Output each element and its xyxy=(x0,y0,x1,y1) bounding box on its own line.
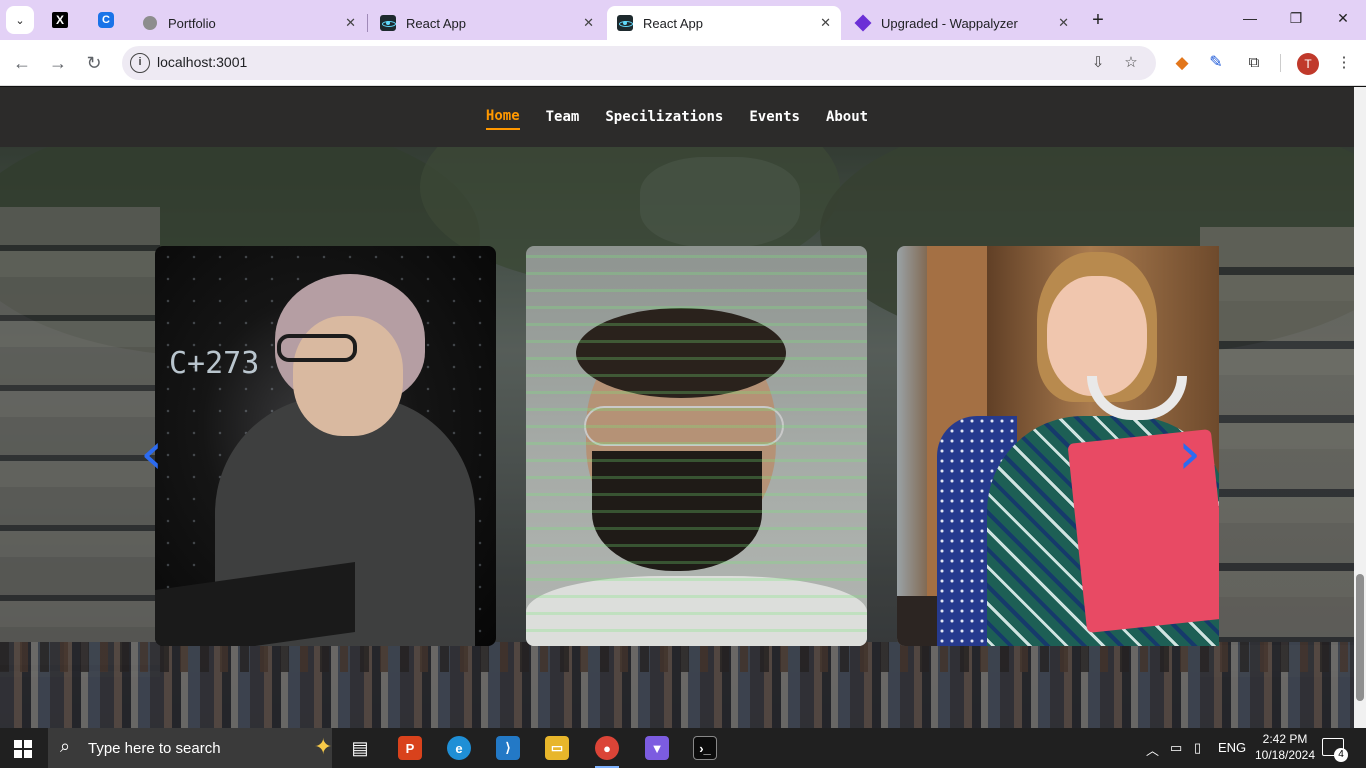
search-placeholder: Type here to search xyxy=(88,740,221,757)
pinned-tab-x[interactable]: X xyxy=(48,8,72,32)
language-indicator[interactable]: ENG xyxy=(1218,740,1246,755)
install-app-icon[interactable]: ⇩ xyxy=(1088,53,1108,73)
hacker-girl-glasses-photo[interactable]: C+273 xyxy=(155,246,496,646)
toolbar-divider xyxy=(1280,54,1281,72)
bookmark-star-icon[interactable]: ☆ xyxy=(1121,53,1141,73)
carousel-next-arrow-icon[interactable]: › xyxy=(1178,424,1201,482)
forward-icon[interactable]: → xyxy=(47,52,69,74)
terminal-icon[interactable]: ›_ xyxy=(689,732,721,764)
chrome-icon[interactable]: ● xyxy=(591,732,623,768)
tab-divider xyxy=(367,14,368,32)
restore-icon[interactable]: ❐ xyxy=(1286,10,1306,27)
pinned-tab-c[interactable]: C xyxy=(94,8,118,32)
binary-projection xyxy=(526,246,867,646)
student-girl-folder-photo[interactable] xyxy=(897,246,1219,646)
nav-team-link[interactable]: Team xyxy=(546,105,580,129)
close-icon[interactable]: ✕ xyxy=(583,15,594,31)
search-icon: ⌕ xyxy=(60,736,71,756)
app-icon[interactable]: ▼ xyxy=(641,732,673,764)
tab-react-app-2[interactable]: React App ✕ xyxy=(607,6,841,40)
back-icon[interactable]: ← xyxy=(11,52,33,74)
minimize-icon[interactable]: — xyxy=(1240,10,1260,26)
address-bar[interactable]: i localhost:3001 ⇩ ☆ xyxy=(122,46,1156,80)
reload-icon[interactable]: ↻ xyxy=(83,52,105,74)
battery-icon[interactable]: ▯ xyxy=(1194,740,1201,756)
system-clock[interactable]: 2:42 PM 10/18/2024 xyxy=(1252,731,1318,763)
tab-title: Portfolio xyxy=(168,15,216,31)
taskbar-search[interactable]: ⌕ Type here to search ✦ xyxy=(48,728,332,768)
menu-kebab-icon[interactable]: ⋮ xyxy=(1333,52,1355,74)
globe-icon xyxy=(142,15,158,31)
formula-overlay-text: C+273 xyxy=(169,346,260,381)
x-logo-icon: X xyxy=(52,12,68,28)
close-icon[interactable]: ✕ xyxy=(1058,15,1069,31)
tab-react-app-1[interactable]: React App ✕ xyxy=(370,6,604,40)
vscode-icon[interactable]: ⟩ xyxy=(492,732,524,764)
tab-wappalyzer[interactable]: Upgraded - Wappalyzer ✕ xyxy=(845,6,1079,40)
clock-date: 10/18/2024 xyxy=(1254,748,1316,762)
man-binary-projection-photo[interactable] xyxy=(526,246,867,646)
tab-search-button[interactable]: ⌄ xyxy=(6,6,34,34)
url-text[interactable]: localhost:3001 xyxy=(157,54,247,70)
task-view-icon[interactable]: ▤ xyxy=(344,732,376,764)
site-info-icon[interactable]: i xyxy=(130,53,150,73)
tab-title: React App xyxy=(643,15,703,31)
file-explorer-icon[interactable]: ▭ xyxy=(541,732,573,764)
carousel-prev-arrow-icon[interactable]: ‹ xyxy=(140,424,163,482)
new-tab-button[interactable]: + xyxy=(1088,10,1108,30)
pen-extension-icon[interactable]: ✎ xyxy=(1205,52,1227,74)
hero-background: C+273 ‹ › xyxy=(0,147,1354,728)
tab-title: React App xyxy=(406,15,466,31)
nav-about-link[interactable]: About xyxy=(826,105,868,129)
tab-strip: ⌄ X C Portfolio ✕ React App ✕ React App … xyxy=(0,0,1366,40)
close-icon[interactable]: ✕ xyxy=(820,15,831,31)
page-viewport: Home Team Specilizations Events About C+… xyxy=(0,87,1366,728)
tab-title: Upgraded - Wappalyzer xyxy=(881,15,1018,31)
notification-badge: 4 xyxy=(1334,748,1348,762)
nav-home-link[interactable]: Home xyxy=(485,104,520,130)
sparkle-icon: ✦ xyxy=(314,734,333,759)
nav-events-link[interactable]: Events xyxy=(749,105,800,129)
headphones xyxy=(1087,376,1187,420)
extensions-icon[interactable]: ⧉ xyxy=(1243,52,1265,74)
close-window-icon[interactable]: ✕ xyxy=(1333,10,1353,27)
tab-portfolio[interactable]: Portfolio ✕ xyxy=(132,6,366,40)
browser-toolbar: ← → ↻ i localhost:3001 ⇩ ☆ ◆ ✎ ⧉ ⋮ xyxy=(0,40,1366,86)
pdf-app-icon[interactable]: P xyxy=(394,732,426,764)
scrollbar-thumb[interactable] xyxy=(1356,574,1364,701)
react-icon xyxy=(380,15,396,31)
edge-icon[interactable]: e xyxy=(443,732,475,764)
c-logo-icon: C xyxy=(98,12,114,28)
network-icon[interactable]: ▭ xyxy=(1170,740,1182,756)
glasses xyxy=(277,334,357,362)
windows-start-icon[interactable] xyxy=(14,740,32,758)
page-scrollbar[interactable] xyxy=(1354,87,1366,728)
site-navbar: Home Team Specilizations Events About xyxy=(0,87,1354,147)
react-icon xyxy=(617,15,633,31)
profile-avatar[interactable]: T xyxy=(1297,53,1319,75)
chevron-up-icon[interactable]: ︿ xyxy=(1146,740,1159,759)
clock-time: 2:42 PM xyxy=(1262,732,1308,746)
wappalyzer-icon xyxy=(854,14,872,32)
nav-specializations-link[interactable]: Specilizations xyxy=(605,105,723,129)
metamask-icon[interactable]: ◆ xyxy=(1171,52,1193,74)
windows-taskbar: ⌕ Type here to search ✦ ▤ P e ⟩ ▭ ● ▼ ›_… xyxy=(0,728,1366,768)
close-icon[interactable]: ✕ xyxy=(345,15,356,31)
